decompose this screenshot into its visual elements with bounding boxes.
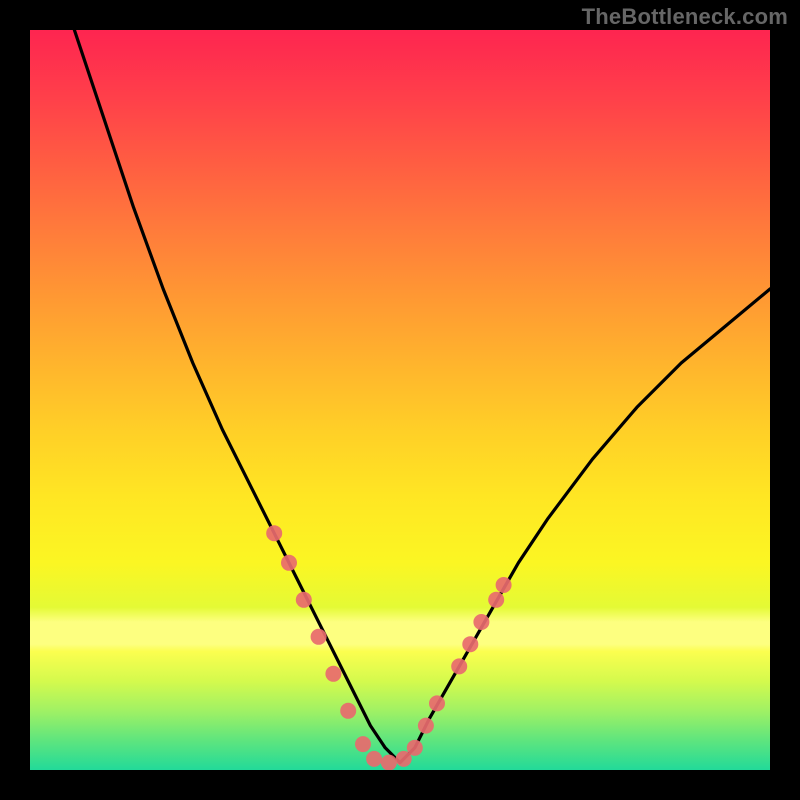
gradient-background xyxy=(30,30,770,770)
plot-area xyxy=(30,30,770,770)
app-frame: TheBottleneck.com xyxy=(0,0,800,800)
attribution-text: TheBottleneck.com xyxy=(582,4,788,30)
